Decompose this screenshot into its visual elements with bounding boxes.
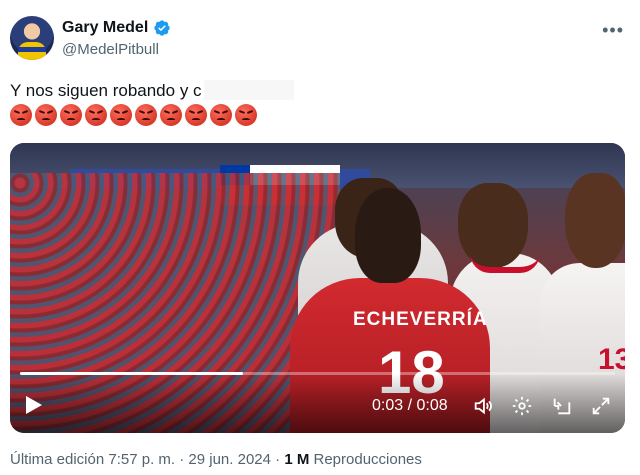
tweet-text: Y nos siguen robando y c <box>10 80 294 101</box>
angry-face-emoji <box>185 104 207 126</box>
tweet-text-content: Y nos siguen robando y c <box>10 81 202 100</box>
settings-gear-icon[interactable] <box>511 395 533 417</box>
angry-face-emoji <box>60 104 82 126</box>
video-time: 0:03 / 0:08 <box>372 397 448 414</box>
jersey-collar <box>470 253 540 273</box>
tweet-header: Gary Medel @MedelPitbull ••• <box>10 14 630 64</box>
views-count: 1 M <box>284 451 310 468</box>
author-handle[interactable]: @MedelPitbull <box>62 41 159 58</box>
player-head-main <box>355 188 421 283</box>
angry-face-emoji <box>85 104 107 126</box>
angry-face-emoji <box>110 104 132 126</box>
redacted-area <box>203 80 294 100</box>
tweet-meta: Última edición 7:57 p. m. · 29 jun. 2024… <box>10 451 422 468</box>
angry-face-emoji <box>235 104 257 126</box>
angry-face-emoji <box>10 104 32 126</box>
progress-fill <box>20 372 244 375</box>
angry-face-emoji <box>35 104 57 126</box>
jersey-name: ECHEVERRÍA <box>353 309 488 330</box>
fullscreen-icon[interactable] <box>590 395 612 417</box>
volume-icon[interactable] <box>472 395 494 417</box>
author-name[interactable]: Gary Medel <box>62 19 148 37</box>
views-label: Reproducciones <box>313 451 422 468</box>
play-icon[interactable] <box>26 396 42 414</box>
angry-face-emoji <box>160 104 182 126</box>
avatar[interactable] <box>10 16 54 60</box>
angry-face-emoji <box>135 104 157 126</box>
author-name-row[interactable]: Gary Medel <box>62 19 171 37</box>
player-head-3 <box>565 173 625 268</box>
progress-bar[interactable] <box>20 372 615 375</box>
pop-out-icon[interactable] <box>551 395 573 417</box>
emoji-row <box>10 104 257 126</box>
more-options-icon[interactable]: ••• <box>602 20 624 41</box>
video-player[interactable]: 13 ECHEVERRÍA 18 0:03 / 0:08 <box>10 143 625 433</box>
verified-badge-icon <box>154 20 170 36</box>
angry-face-emoji <box>210 104 232 126</box>
edited-timestamp[interactable]: Última edición 7:57 p. m. · 29 jun. 2024… <box>10 451 280 468</box>
